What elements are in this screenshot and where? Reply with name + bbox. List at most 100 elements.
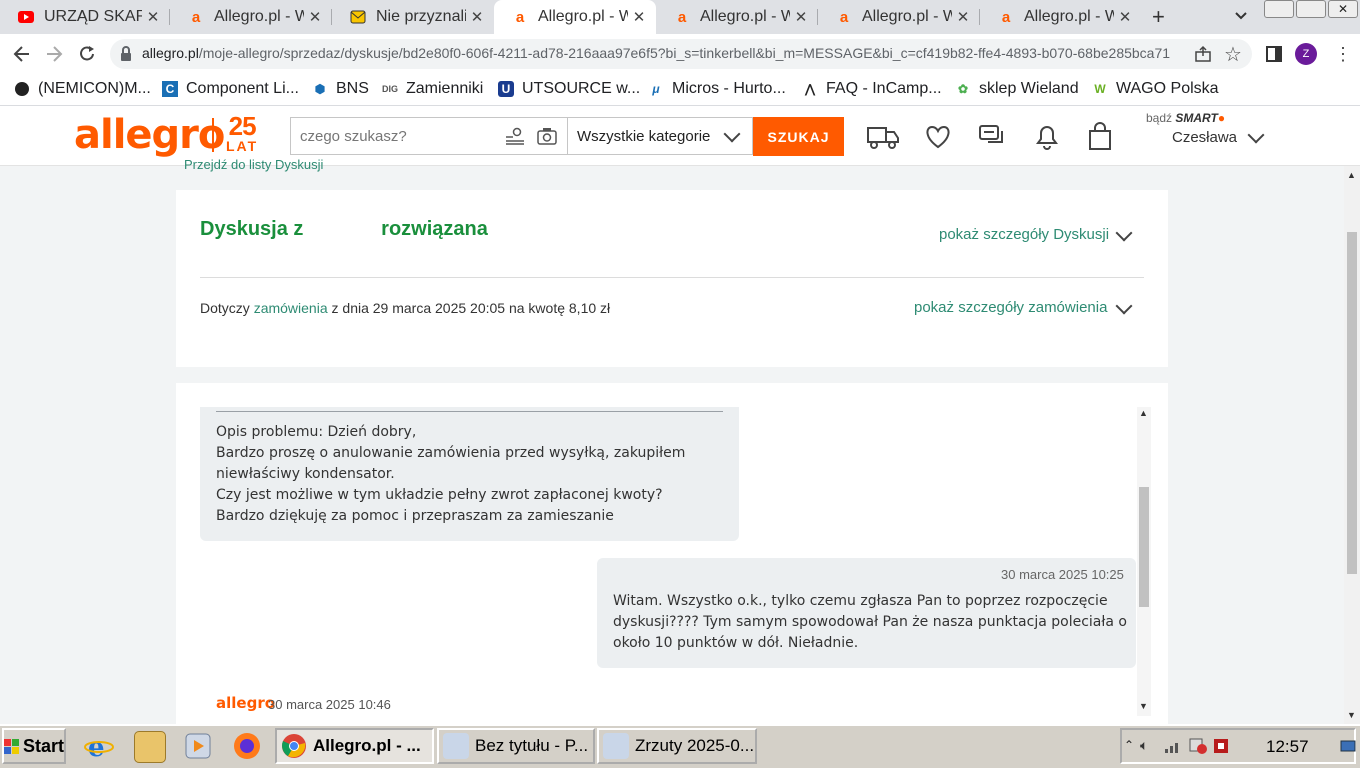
- tab-title: Nie przyznaliśmy: [376, 8, 466, 25]
- start-button[interactable]: Start: [2, 728, 66, 764]
- network-signal-icon[interactable]: [1164, 738, 1182, 757]
- component-icon: C: [162, 81, 178, 97]
- media-player-icon[interactable]: [183, 731, 213, 761]
- volume-icon[interactable]: 🔈︎: [1140, 737, 1148, 754]
- profile-avatar[interactable]: Z: [1295, 43, 1317, 65]
- tab-4[interactable]: a Allegro.pl - Więcej ✕: [656, 0, 818, 34]
- bookmark-item[interactable]: ⋀ FAQ - InCamp...: [802, 78, 942, 100]
- lock-icon[interactable]: [120, 46, 132, 65]
- logo-divider: [212, 118, 214, 152]
- incamp-icon: ⋀: [805, 82, 815, 96]
- bookmark-item[interactable]: W WAGO Polska: [1092, 78, 1218, 100]
- cart-bag-icon[interactable]: [1084, 122, 1118, 152]
- circle-icon: [14, 81, 30, 97]
- tab-title: Allegro.pl - Więcej: [1024, 8, 1114, 25]
- close-icon[interactable]: ✕: [142, 8, 164, 26]
- message-text: Witam. Wszystko o.k., tylko czemu zgłasz…: [613, 593, 1127, 651]
- messages-icon[interactable]: [976, 122, 1010, 152]
- svg-text:e: e: [88, 733, 105, 761]
- message-date: 30 marca 2025 10:25: [1001, 567, 1124, 582]
- bookmark-item[interactable]: ✿ sklep Wieland: [955, 78, 1079, 100]
- chrome-icon: [281, 733, 307, 759]
- share-icon[interactable]: [1194, 45, 1212, 66]
- tab-5[interactable]: a Allegro.pl - Więcej ✕: [818, 0, 980, 34]
- scroll-up-icon[interactable]: ▲: [1347, 170, 1356, 180]
- show-desktop-icon[interactable]: [1340, 738, 1356, 757]
- restore-icon[interactable]: [1296, 0, 1326, 18]
- security-icon[interactable]: [1212, 737, 1232, 758]
- firefox-icon[interactable]: [232, 731, 262, 761]
- page-scrollbar-thumb[interactable]: [1347, 232, 1357, 574]
- allegro-icon: a: [839, 8, 849, 26]
- bookmark-item[interactable]: U UTSOURCE w...: [498, 78, 640, 100]
- bookmark-star-icon[interactable]: ☆: [1224, 42, 1242, 67]
- utsource-icon: U: [498, 81, 514, 97]
- anniversary-badge: 25 LAT: [226, 111, 259, 154]
- close-icon[interactable]: ✕: [466, 8, 488, 26]
- tray-expand-icon[interactable]: ⌃: [1124, 738, 1134, 752]
- camera-icon[interactable]: [537, 127, 557, 148]
- bookmark-item[interactable]: ⬢ BNS: [312, 78, 369, 100]
- bookmark-item[interactable]: μ Micros - Hurto...: [648, 78, 785, 100]
- paint-icon: [603, 733, 629, 759]
- messages-scrollbar-thumb[interactable]: [1139, 487, 1149, 607]
- close-icon[interactable]: ✕: [628, 8, 650, 26]
- reload-icon[interactable]: [77, 44, 97, 67]
- shield-icon: ⬢: [314, 82, 326, 96]
- close-icon[interactable]: ✕: [790, 8, 812, 26]
- dig-icon: DIG: [382, 84, 399, 94]
- scroll-down-icon[interactable]: ▼: [1347, 710, 1356, 720]
- folder-icon[interactable]: [134, 731, 166, 763]
- allegro-icon: a: [515, 8, 525, 26]
- wago-icon: W: [1094, 82, 1106, 96]
- allegro-icon: a: [677, 8, 687, 26]
- search-placeholder: czego szukasz?: [300, 128, 407, 145]
- youtube-icon: [18, 9, 34, 25]
- internet-explorer-icon[interactable]: e: [84, 731, 114, 763]
- tab-search-chevron-icon[interactable]: [1234, 4, 1248, 31]
- discussion-card: [176, 190, 1168, 367]
- taskbar-window-paint[interactable]: Zrzuty 2025-0...: [597, 728, 757, 764]
- bell-icon[interactable]: [1030, 122, 1064, 152]
- filter-icon[interactable]: [505, 127, 525, 148]
- tab-title: URZĄD SKARBOWY: [44, 8, 142, 25]
- forward-arrow-icon[interactable]: [44, 44, 64, 67]
- menu-kebab-icon[interactable]: ⋮: [1334, 44, 1352, 65]
- close-icon[interactable]: ✕: [1114, 8, 1136, 26]
- search-button[interactable]: SZUKAJ: [753, 117, 844, 156]
- user-name[interactable]: Czesława: [1172, 129, 1237, 146]
- bookmark-item[interactable]: (NEMICON)M...: [14, 78, 151, 100]
- tab-1[interactable]: a Allegro.pl - Więcej ✕: [170, 0, 332, 34]
- order-link[interactable]: zamówienia: [254, 300, 328, 316]
- close-icon[interactable]: ✕: [952, 8, 974, 26]
- taskbar-window-paint[interactable]: Bez tytułu - P...: [437, 728, 595, 764]
- delivery-truck-icon[interactable]: [866, 122, 900, 152]
- window-controls: ✕: [1264, 0, 1358, 18]
- scroll-up-icon[interactable]: ▲: [1139, 408, 1148, 418]
- back-arrow-icon[interactable]: [12, 44, 32, 67]
- tab-3-active[interactable]: a Allegro.pl - Więcej ✕: [494, 0, 656, 34]
- allegro-icon: a: [1001, 8, 1011, 26]
- url-text: allegro.pl/moje-allegro/sprzedaz/dyskusj…: [142, 45, 1171, 61]
- bookmark-item[interactable]: DIG Zamienniki: [382, 78, 483, 100]
- message-date: 30 marca 2025 10:46: [268, 697, 391, 712]
- back-to-discussions-link[interactable]: Przejdź do listy Dyskusji: [184, 157, 323, 172]
- taskbar-window-chrome[interactable]: Allegro.pl - ...: [275, 728, 434, 764]
- new-tab-button[interactable]: +: [1152, 4, 1165, 30]
- show-order-details-link[interactable]: pokaż szczegóły zamówienia: [914, 299, 1107, 316]
- smart-badge[interactable]: bądź SMART●: [1146, 111, 1225, 125]
- close-window-icon[interactable]: ✕: [1328, 0, 1358, 18]
- scroll-down-icon[interactable]: ▼: [1139, 701, 1148, 711]
- network-warning-icon[interactable]: [1188, 737, 1208, 758]
- close-icon[interactable]: ✕: [304, 8, 326, 26]
- tab-2[interactable]: Nie przyznaliśmy ✕: [332, 0, 494, 34]
- side-panel-icon[interactable]: [1266, 46, 1282, 65]
- minimize-icon[interactable]: [1264, 0, 1294, 18]
- tab-0[interactable]: URZĄD SKARBOWY ✕: [0, 0, 170, 34]
- allegro-logo[interactable]: allegro: [74, 112, 225, 158]
- show-discussion-details-link[interactable]: pokaż szczegóły Dyskusji: [939, 226, 1109, 243]
- heart-icon[interactable]: [922, 122, 956, 152]
- tab-6[interactable]: a Allegro.pl - Więcej ✕: [980, 0, 1142, 34]
- tab-title: Allegro.pl - Więcej: [862, 8, 952, 25]
- bookmark-item[interactable]: C Component Li...: [162, 78, 299, 100]
